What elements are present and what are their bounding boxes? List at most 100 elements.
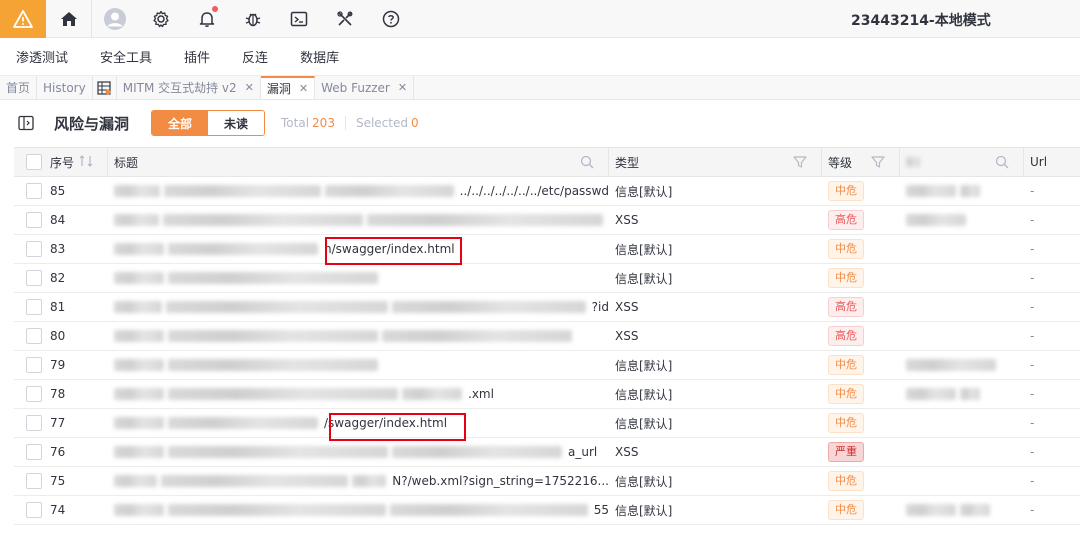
menu-item-database[interactable]: 数据库 [284, 47, 355, 66]
filter-icon[interactable] [793, 155, 807, 172]
gear-icon[interactable] [138, 0, 184, 38]
tab-label: 首页 [6, 81, 31, 95]
table-row[interactable]: 83 n/swagger/index.html 信息[默认] 中危 - [14, 235, 1080, 264]
redacted-text [960, 185, 980, 197]
sort-icon[interactable] [79, 155, 93, 170]
user-avatar-icon[interactable] [92, 0, 138, 38]
redacted-text [114, 272, 164, 284]
search-icon[interactable] [580, 155, 594, 172]
tab-home[interactable]: 首页 [0, 76, 38, 99]
cell-no: 77 [14, 409, 108, 438]
type-text: 信息[默认] [615, 184, 673, 199]
cell-no: 75 [14, 467, 108, 496]
sidebar-toggle-icon[interactable] [18, 115, 34, 131]
table-row[interactable]: 82 信息[默认] 中危 - [14, 264, 1080, 293]
col-title[interactable]: 标题 [108, 147, 609, 177]
col-no[interactable]: 序号 [14, 147, 108, 177]
table-row[interactable]: 85 ../../../../../../../etc/passwd 信息[默认] 中… [14, 177, 1080, 206]
terminal-icon[interactable] [276, 0, 322, 38]
close-icon[interactable]: ✕ [398, 81, 407, 94]
cell-no: 80 [14, 322, 108, 351]
redacted-text [114, 243, 164, 255]
bug-icon[interactable] [230, 0, 276, 38]
menu-item-pentest[interactable]: 渗透测试 [0, 47, 84, 66]
total-count: Total 203 [281, 116, 335, 130]
table-row[interactable]: 74 55 信息[默认] 中危 - [14, 496, 1080, 525]
row-checkbox[interactable] [26, 212, 42, 228]
table-row[interactable]: 77/swagger/index.html 信息[默认] 中危 - [14, 409, 1080, 438]
tab-vulns[interactable]: 漏洞 ✕ [260, 76, 316, 99]
cell-level: 高危 [822, 206, 900, 235]
cell-url: - [1024, 322, 1080, 351]
home-icon[interactable] [46, 0, 92, 38]
table-row[interactable]: 81 ?id XSS 高危 - [14, 293, 1080, 322]
search-icon[interactable] [995, 155, 1009, 172]
menu-item-security-tools[interactable]: 安全工具 [84, 47, 168, 66]
cell-type: XSS [609, 206, 822, 235]
cell-url: - [1024, 438, 1080, 467]
table-grid-icon[interactable] [93, 76, 117, 99]
type-text: XSS [615, 300, 639, 314]
cell-ip [900, 293, 1024, 322]
cell-level: 中危 [822, 496, 900, 525]
row-checkbox[interactable] [26, 444, 42, 460]
cell-title: n/swagger/index.html [108, 235, 609, 264]
table-row[interactable]: 76 a_url XSS 严重 - [14, 438, 1080, 467]
tab-bar: 首页 History MITM 交互式劫持 v2 ✕ 漏洞 ✕ Web Fuzzer… [0, 76, 1080, 100]
url-text: - [1030, 213, 1035, 227]
redacted-text [114, 330, 164, 342]
row-number: 79 [50, 358, 66, 372]
table-row[interactable]: 75 N?/web.xml?sign_string=1752216... 信息[默认… [14, 467, 1080, 496]
tools-icon[interactable] [322, 0, 368, 38]
menu-item-reverse[interactable]: 反连 [226, 47, 284, 66]
close-icon[interactable]: ✕ [299, 82, 308, 95]
warning-icon[interactable] [0, 0, 46, 38]
menu-item-plugins[interactable]: 插件 [168, 47, 226, 66]
redacted-text [352, 475, 387, 487]
row-checkbox[interactable] [26, 241, 42, 257]
row-checkbox[interactable] [26, 415, 42, 431]
row-checkbox[interactable] [26, 299, 42, 315]
type-text: 信息[默认] [615, 474, 673, 489]
url-text: - [1030, 271, 1035, 285]
col-url[interactable]: Url [1024, 147, 1080, 177]
type-text: XSS [615, 213, 639, 227]
cell-title [108, 206, 609, 235]
table-row[interactable]: 78 .xml 信息[默认] 中危 - [14, 380, 1080, 409]
row-checkbox[interactable] [26, 502, 42, 518]
col-label: 等级 [828, 155, 853, 170]
cell-type: 信息[默认] [609, 177, 822, 206]
cell-ip [900, 438, 1024, 467]
row-checkbox[interactable] [26, 270, 42, 286]
cell-url: - [1024, 467, 1080, 496]
bell-icon[interactable] [184, 0, 230, 38]
url-text: - [1030, 300, 1035, 314]
filter-all-button[interactable]: 全部 [152, 111, 209, 135]
row-checkbox[interactable] [26, 386, 42, 402]
close-icon[interactable]: ✕ [245, 81, 254, 94]
table-row[interactable]: 80 XSS 高危 - [14, 322, 1080, 351]
row-checkbox[interactable] [26, 357, 42, 373]
filter-unread-button[interactable]: 未读 [208, 111, 265, 135]
row-checkbox[interactable] [26, 183, 42, 199]
tab-web-fuzzer[interactable]: Web Fuzzer ✕ [315, 76, 415, 99]
col-level[interactable]: 等级 [822, 147, 900, 177]
help-icon[interactable] [368, 0, 414, 38]
filter-icon[interactable] [871, 155, 885, 172]
table-row[interactable]: 84 XSS 高危 - [14, 206, 1080, 235]
cell-no: 82 [14, 264, 108, 293]
select-all-checkbox[interactable] [26, 154, 42, 170]
row-number: 77 [50, 416, 66, 430]
tab-mitm[interactable]: MITM 交互式劫持 v2 ✕ [117, 76, 261, 99]
col-ip[interactable] [900, 147, 1024, 177]
row-number: 74 [50, 503, 66, 517]
tab-history[interactable]: History [37, 76, 93, 99]
col-type[interactable]: 类型 [609, 147, 822, 177]
divider [344, 116, 346, 130]
row-checkbox[interactable] [26, 328, 42, 344]
table-row[interactable]: 79 信息[默认] 中危 - [14, 351, 1080, 380]
redacted-text [114, 417, 164, 429]
cell-title: ../../../../../../../etc/passwd [108, 177, 609, 206]
row-checkbox[interactable] [26, 473, 42, 489]
severity-badge: 中危 [828, 384, 864, 404]
